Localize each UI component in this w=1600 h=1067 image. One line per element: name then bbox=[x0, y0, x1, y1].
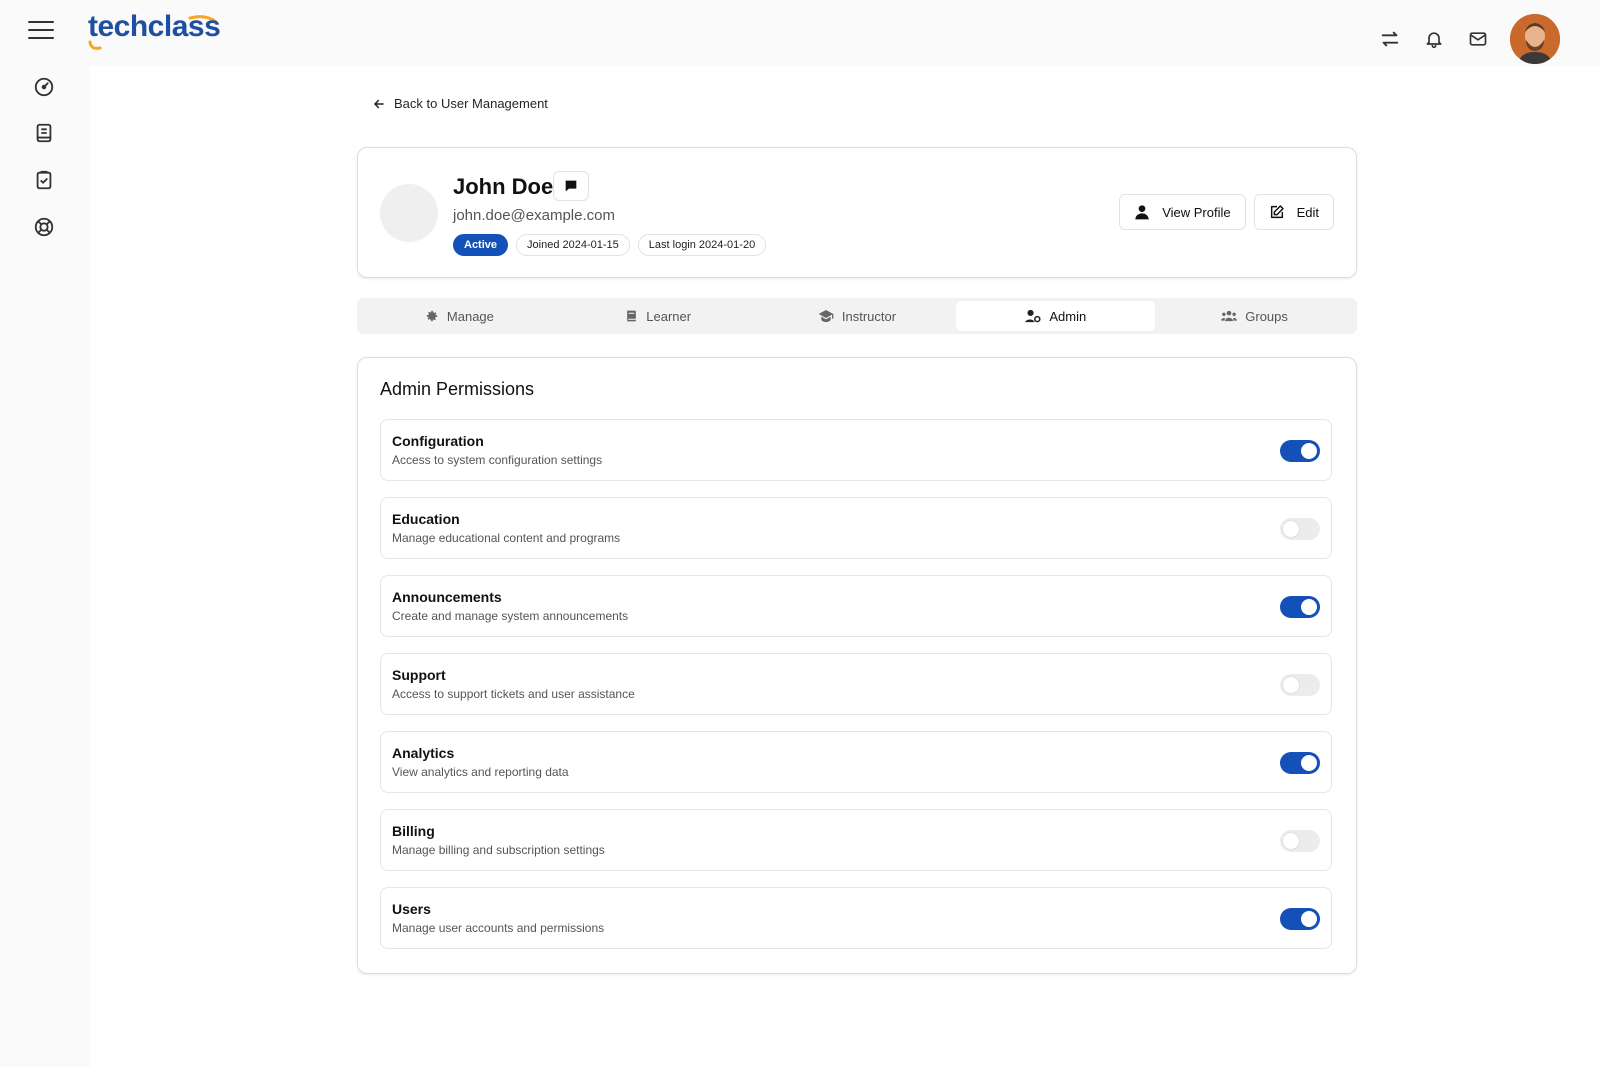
permission-label: Announcements bbox=[392, 589, 502, 605]
tab-groups[interactable]: Groups bbox=[1155, 301, 1354, 331]
book-icon bbox=[627, 310, 637, 322]
tab-instructor[interactable]: Instructor bbox=[758, 301, 957, 331]
admin-permissions-card: Admin Permissions Configuration Access to… bbox=[357, 357, 1357, 974]
arrow-left-icon bbox=[374, 99, 384, 108]
permission-toggle-education[interactable] bbox=[1280, 518, 1320, 540]
permission-row-analytics: Analytics View analytics and reporting da… bbox=[380, 731, 1332, 793]
status-badge: Active bbox=[453, 234, 509, 256]
permission-row-users: Users Manage user accounts and permission… bbox=[380, 887, 1332, 949]
user-summary-card: John Doe john.doe@example.com Active Joi… bbox=[357, 147, 1357, 278]
permission-label: Configuration bbox=[392, 433, 484, 449]
permission-description: Access to system configuration settings bbox=[392, 453, 603, 467]
permission-description: Access to support tickets and user assis… bbox=[392, 687, 635, 701]
tab-manage-label: Manage bbox=[446, 308, 494, 324]
tab-admin-label: Admin bbox=[1049, 308, 1087, 324]
toggle-knob bbox=[1301, 599, 1317, 615]
tab-learner[interactable]: Learner bbox=[559, 301, 758, 331]
toggle-knob bbox=[1301, 755, 1317, 771]
toggle-knob bbox=[1283, 833, 1299, 849]
back-link-label: Back to User Management bbox=[394, 96, 548, 111]
tab-admin[interactable]: Admin bbox=[956, 301, 1156, 331]
tab-groups-label: Groups bbox=[1245, 308, 1288, 324]
permission-toggle-users[interactable] bbox=[1280, 908, 1320, 930]
edit-button[interactable]: Edit bbox=[1253, 194, 1334, 230]
user-avatar-placeholder bbox=[380, 184, 438, 242]
permission-toggle-configuration[interactable] bbox=[1280, 440, 1320, 462]
permission-description: Manage educational content and programs bbox=[392, 531, 621, 545]
permission-toggle-support[interactable] bbox=[1280, 674, 1320, 696]
hamburger-menu-icon[interactable] bbox=[28, 21, 54, 43]
edit-label: Edit bbox=[1296, 204, 1319, 220]
user-avatar[interactable] bbox=[1510, 14, 1560, 64]
view-profile-label: View Profile bbox=[1162, 204, 1231, 220]
sidebar bbox=[0, 66, 90, 1067]
view-profile-button[interactable]: View Profile bbox=[1119, 194, 1246, 230]
permission-row-billing: Billing Manage billing and subscription s… bbox=[380, 809, 1332, 871]
back-to-user-management-link[interactable]: Back to User Management bbox=[372, 96, 548, 111]
permission-description: Manage user accounts and permissions bbox=[392, 921, 605, 935]
gear-icon bbox=[426, 310, 438, 322]
bell-icon[interactable] bbox=[1422, 27, 1446, 51]
permission-label: Education bbox=[392, 511, 460, 527]
message-button[interactable] bbox=[553, 171, 589, 201]
user-icon bbox=[1135, 205, 1149, 220]
toggle-knob bbox=[1301, 911, 1317, 927]
toggle-knob bbox=[1283, 521, 1299, 537]
permission-toggle-announcements[interactable] bbox=[1280, 596, 1320, 618]
permission-toggle-analytics[interactable] bbox=[1280, 752, 1320, 774]
user-name: John Doe bbox=[453, 174, 554, 199]
toggle-knob bbox=[1283, 677, 1299, 693]
support-lifebuoy-icon[interactable] bbox=[33, 216, 55, 238]
switch-arrows-icon[interactable] bbox=[1378, 27, 1402, 51]
course-book-icon[interactable] bbox=[33, 122, 55, 144]
tab-instructor-label: Instructor bbox=[841, 308, 897, 324]
permissions-title: Admin Permissions bbox=[380, 379, 535, 399]
clipboard-check-icon[interactable] bbox=[33, 169, 55, 191]
tab-manage[interactable]: Manage bbox=[360, 301, 559, 331]
permission-description: Create and manage system announcements bbox=[392, 609, 629, 623]
app-logo[interactable]: techclass bbox=[88, 10, 221, 44]
permission-description: Manage billing and subscription settings bbox=[392, 843, 605, 857]
permission-toggle-billing[interactable] bbox=[1280, 830, 1320, 852]
permission-row-support: Support Access to support tickets and use… bbox=[380, 653, 1332, 715]
top-bar: techclass bbox=[0, 0, 1600, 66]
chat-bubble-icon bbox=[565, 180, 577, 192]
role-tabs: Manage Learner Instructor Admin Groups bbox=[357, 298, 1357, 334]
permission-label: Users bbox=[392, 901, 431, 917]
dashboard-gauge-icon[interactable] bbox=[33, 76, 55, 98]
permission-label: Analytics bbox=[392, 745, 455, 761]
toggle-knob bbox=[1301, 443, 1317, 459]
users-icon bbox=[1221, 310, 1238, 322]
permission-row-education: Education Manage educational content and … bbox=[380, 497, 1332, 559]
last-login-badge: Last login 2024-01-20 bbox=[637, 234, 767, 256]
permission-description: View analytics and reporting data bbox=[392, 765, 569, 779]
permission-label: Support bbox=[392, 667, 446, 683]
tab-learner-label: Learner bbox=[646, 308, 692, 324]
permission-row-announcements: Announcements Create and manage system an… bbox=[380, 575, 1332, 637]
permission-label: Billing bbox=[392, 823, 435, 839]
permission-row-configuration: Configuration Access to system configurat… bbox=[380, 419, 1332, 481]
edit-pencil-icon bbox=[1270, 205, 1284, 219]
graduation-cap-icon bbox=[818, 310, 834, 322]
user-gear-icon bbox=[1025, 309, 1041, 323]
user-email: john.doe@example.com bbox=[453, 207, 615, 224]
joined-badge: Joined 2024-01-15 bbox=[516, 234, 630, 256]
mail-icon[interactable] bbox=[1466, 27, 1490, 51]
